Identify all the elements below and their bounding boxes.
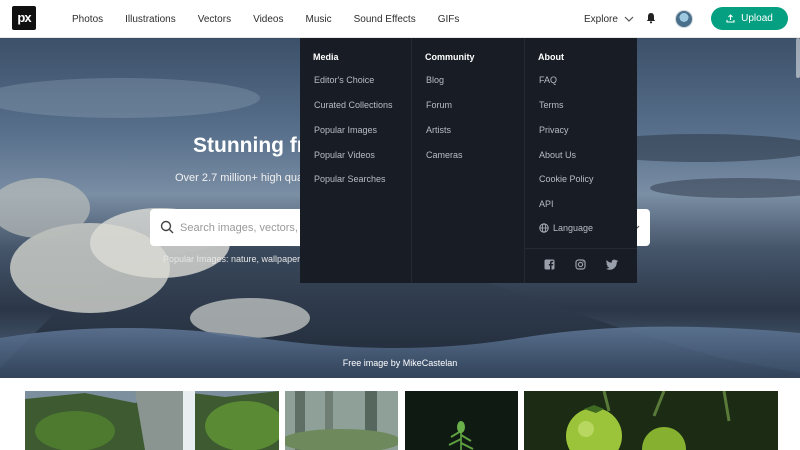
thumbnail-waterfall[interactable]	[25, 391, 279, 450]
main-nav: Photos Illustrations Vectors Videos Musi…	[72, 0, 481, 38]
media-title: Media	[313, 52, 339, 62]
globe-icon	[539, 223, 549, 233]
chevron-down-icon	[624, 16, 634, 22]
menu-about-us[interactable]: About Us	[539, 150, 576, 160]
nav-vectors[interactable]: Vectors	[198, 14, 231, 25]
language-label: Language	[553, 223, 594, 233]
twitter-icon[interactable]	[606, 259, 618, 270]
nav-gifs[interactable]: GIFs	[438, 14, 460, 25]
nav-sound-effects[interactable]: Sound Effects	[354, 14, 416, 25]
community-column: Community Blog Forum Artists Cameras	[412, 38, 525, 283]
upload-icon	[726, 14, 735, 23]
page-scrollbar[interactable]	[796, 38, 800, 78]
menu-curated-collections[interactable]: Curated Collections	[314, 100, 393, 110]
upload-label: Upload	[741, 13, 773, 24]
hero-subtitle: Over 2.7 million+ high qual	[175, 172, 306, 184]
thumbnail-forest-fog[interactable]	[285, 391, 398, 450]
instagram-icon[interactable]	[575, 259, 586, 270]
nav-videos[interactable]: Videos	[253, 14, 283, 25]
about-title: About	[538, 52, 564, 62]
user-avatar[interactable]	[675, 10, 693, 28]
explore-menu-button[interactable]: Explore	[584, 0, 634, 38]
menu-terms[interactable]: Terms	[539, 100, 564, 110]
hero-title: Stunning fr	[193, 134, 305, 157]
thumbnail-green-tomatoes[interactable]	[524, 391, 778, 450]
popular-images-text: Popular Images: nature, wallpaper	[163, 254, 301, 264]
menu-popular-videos[interactable]: Popular Videos	[314, 150, 375, 160]
community-title: Community	[425, 52, 475, 62]
menu-blog[interactable]: Blog	[426, 75, 444, 85]
social-divider	[525, 248, 637, 249]
nav-illustrations[interactable]: Illustrations	[125, 14, 176, 25]
menu-artists[interactable]: Artists	[426, 125, 451, 135]
explore-label: Explore	[584, 13, 618, 25]
nav-photos[interactable]: Photos	[72, 14, 103, 25]
menu-cameras[interactable]: Cameras	[426, 150, 463, 160]
language-selector[interactable]: Language	[539, 223, 593, 233]
explore-dropdown: Media Editor's Choice Curated Collection…	[300, 38, 637, 283]
search-icon	[160, 220, 174, 234]
menu-popular-images[interactable]: Popular Images	[314, 125, 377, 135]
menu-privacy[interactable]: Privacy	[539, 125, 569, 135]
media-column: Media Editor's Choice Curated Collection…	[300, 38, 412, 283]
menu-faq[interactable]: FAQ	[539, 75, 557, 85]
menu-popular-searches[interactable]: Popular Searches	[314, 174, 386, 184]
image-credit[interactable]: Free image by MikeCastelan	[0, 358, 800, 368]
upload-button[interactable]: Upload	[711, 7, 788, 30]
top-header: px Photos Illustrations Vectors Videos M…	[0, 0, 800, 38]
nav-music[interactable]: Music	[305, 14, 331, 25]
site-logo[interactable]: px	[12, 6, 36, 30]
menu-editors-choice[interactable]: Editor's Choice	[314, 75, 374, 85]
menu-cookie-policy[interactable]: Cookie Policy	[539, 174, 594, 184]
thumbnail-fern[interactable]	[405, 391, 518, 450]
menu-api[interactable]: API	[539, 199, 554, 209]
about-column: About FAQ Terms Privacy About Us Cookie …	[525, 38, 637, 283]
bell-icon[interactable]	[645, 12, 657, 24]
facebook-icon[interactable]	[544, 259, 555, 270]
menu-forum[interactable]: Forum	[426, 100, 452, 110]
